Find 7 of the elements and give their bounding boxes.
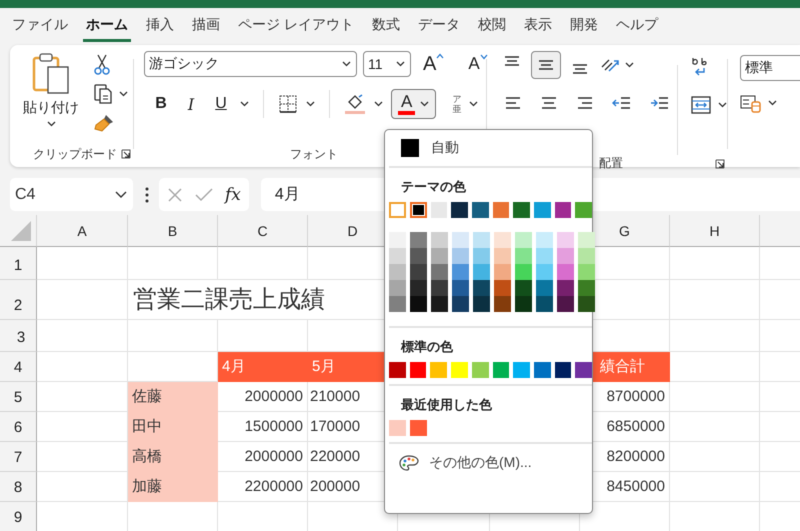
group-label: フォント <box>290 146 338 162</box>
section-heading: テーマの色 <box>400 178 467 194</box>
section-heading: 最近使用した色 <box>400 396 493 412</box>
group-label: クリップボード <box>33 146 117 162</box>
font-color-bar: A <box>398 93 416 115</box>
section-heading: 標準の色 <box>400 338 454 354</box>
group-label: 配置 <box>599 155 623 172</box>
